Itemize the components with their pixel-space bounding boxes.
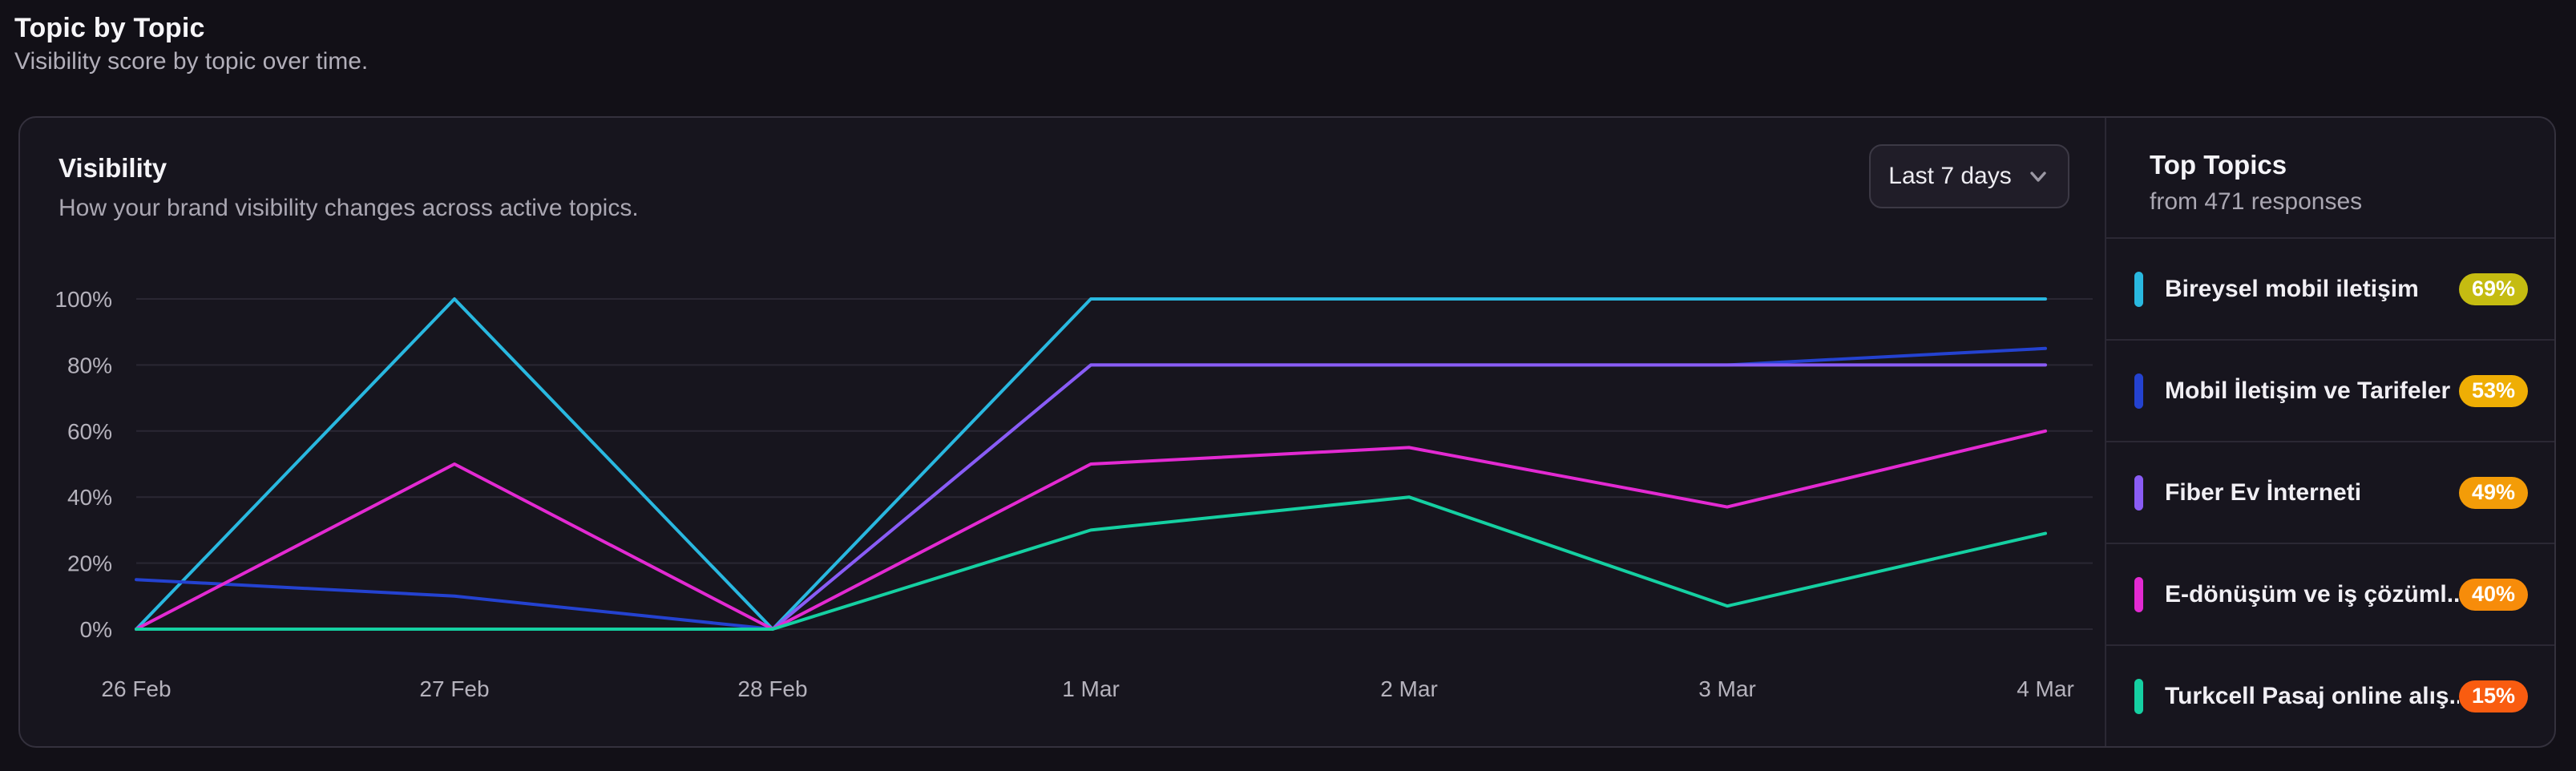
series-line-0: [136, 299, 2045, 629]
visibility-card: 0% 20% 40% 60% 80% 100% 26 Feb 27 Feb 28 Feb 1 Ma…: [18, 116, 2556, 748]
topic-score-badge: 53%: [2459, 375, 2528, 407]
top-topics-title: Top Topics: [2150, 150, 2554, 180]
top-topics-panel: Top Topics from 471 responses Bireysel m…: [2106, 118, 2554, 746]
topic-accent-bar: [2134, 577, 2143, 612]
page-subtitle: Visibility score by topic over time.: [14, 48, 368, 75]
y-axis-tick: 80%: [67, 353, 112, 377]
chart-subtitle: How your brand visibility changes across…: [59, 195, 639, 222]
x-axis-tick: 27 Feb: [419, 676, 489, 701]
topic-row[interactable]: E-dönüşüm ve iş çözüml... 40%: [2106, 543, 2554, 644]
series-line-3: [136, 431, 2045, 629]
topic-label: Fiber Ev İnterneti: [2165, 479, 2459, 507]
series-line-4: [136, 497, 2045, 629]
topic-row[interactable]: Bireysel mobil iletişim 69%: [2106, 237, 2554, 339]
x-axis-tick: 2 Mar: [1380, 676, 1438, 701]
topic-accent-bar: [2134, 679, 2143, 714]
date-range-label: Last 7 days: [1888, 163, 2011, 190]
x-axis-tick: 26 Feb: [101, 676, 171, 701]
topic-row[interactable]: Fiber Ev İnterneti 49%: [2106, 441, 2554, 543]
date-range-dropdown[interactable]: Last 7 days: [1869, 144, 2069, 208]
topic-score-badge: 69%: [2459, 273, 2528, 305]
topic-accent-bar: [2134, 272, 2143, 307]
topic-score-badge: 49%: [2459, 477, 2528, 509]
topic-score-badge: 40%: [2459, 579, 2528, 611]
chart-title: Visibility: [59, 153, 167, 184]
topic-label: E-dönüşüm ve iş çözüml...: [2165, 581, 2459, 608]
topic-row[interactable]: Turkcell Pasaj online alış... 15%: [2106, 644, 2554, 746]
chevron-down-icon: [2026, 164, 2050, 188]
page-title: Topic by Topic: [14, 13, 205, 44]
x-axis-tick: 3 Mar: [1698, 676, 1756, 701]
topic-row[interactable]: Mobil İletişim ve Tarifeler 53%: [2106, 339, 2554, 441]
topic-label: Turkcell Pasaj online alış...: [2165, 683, 2459, 710]
x-axis-tick: 1 Mar: [1062, 676, 1120, 701]
topic-label: Bireysel mobil iletişim: [2165, 276, 2459, 303]
y-axis-tick: 20%: [67, 551, 112, 576]
series-line-1: [136, 349, 2045, 629]
y-axis-tick: 40%: [67, 485, 112, 510]
x-axis-tick: 28 Feb: [737, 676, 807, 701]
y-axis-tick: 0%: [80, 617, 112, 642]
topic-accent-bar: [2134, 475, 2143, 511]
x-axis-tick: 4 Mar: [2017, 676, 2074, 701]
series-line-2: [136, 365, 2045, 629]
topic-label: Mobil İletişim ve Tarifeler: [2165, 377, 2459, 405]
topic-accent-bar: [2134, 373, 2143, 409]
y-axis-tick: 60%: [67, 419, 112, 444]
topic-score-badge: 15%: [2459, 680, 2528, 712]
top-topics-subtitle: from 471 responses: [2150, 188, 2554, 216]
top-topics-header: Top Topics from 471 responses: [2106, 118, 2554, 237]
y-axis-tick: 100%: [55, 287, 112, 312]
